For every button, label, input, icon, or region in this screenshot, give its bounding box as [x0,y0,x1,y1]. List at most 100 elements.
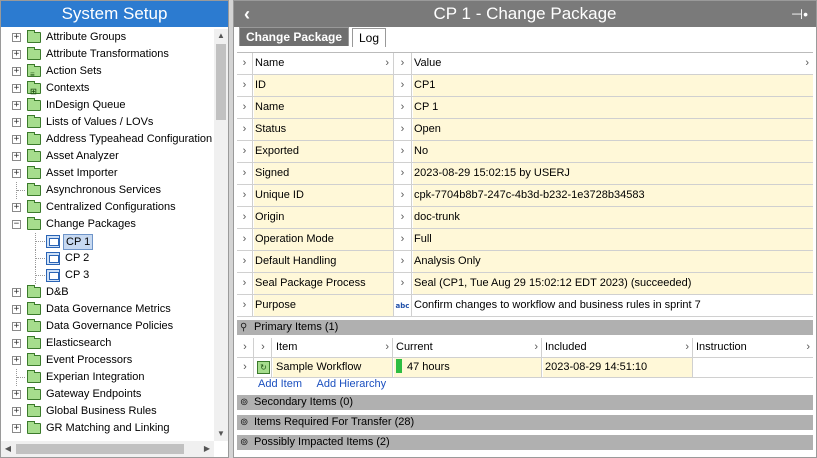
row-expand-icon[interactable]: › [255,338,272,357]
possibly-impacted-items-section-header[interactable]: ⊚ Possibly Impacted Items (2) [237,435,813,450]
tree-item-experian-integration[interactable]: Experian Integration [1,369,214,386]
property-row-default-handling[interactable]: › Default Handling › Analysis Only [237,251,813,273]
expand-icon[interactable]: + [12,33,21,42]
row-expand-icon[interactable]: › [237,295,253,316]
row-expand-icon[interactable]: › [237,229,253,250]
section-expand-icon[interactable]: ⊚ [240,415,248,430]
tree-item-cp-2[interactable]: CP 2 [1,250,214,267]
add-item-link[interactable]: Add Item [258,378,302,390]
row-expand-icon[interactable]: › [394,119,412,140]
item-cell[interactable]: Sample Workflow [273,358,393,377]
column-menu-icon[interactable]: › [385,53,389,74]
expand-icon[interactable]: + [12,305,21,314]
table-row[interactable]: › ↻ Sample Workflow 47 hours 2023-08-29 … [237,358,813,378]
expand-icon[interactable]: + [12,424,21,433]
tree-item-data-governance-metrics[interactable]: + Data Governance Metrics [1,301,214,318]
row-expand-icon[interactable]: › [394,75,412,96]
add-hierarchy-link[interactable]: Add Hierarchy [316,378,386,390]
tab-change-package[interactable]: Change Package [239,27,350,46]
tree-item-cp-1[interactable]: CP 1 [1,233,214,250]
row-expand-icon[interactable]: › [237,75,253,96]
tree-item-centralized-configurations[interactable]: + Centralized Configurations [1,199,214,216]
expand-icon[interactable]: + [12,101,21,110]
tree-item-gateway-endpoints[interactable]: + Gateway Endpoints [1,386,214,403]
tree-item-gr-matching-and-linking[interactable]: + GR Matching and Linking [1,420,214,437]
tree-item-asset-importer[interactable]: + Asset Importer [1,165,214,182]
row-expand-icon[interactable]: › [237,53,253,74]
section-expand-icon[interactable]: ⊚ [240,435,248,450]
expand-icon[interactable]: + [12,339,21,348]
row-expand-icon[interactable]: › [394,273,412,294]
expand-icon[interactable]: + [12,169,21,178]
section-collapse-icon[interactable]: ⚲ [240,320,247,335]
column-menu-icon[interactable]: › [806,338,810,357]
property-row-signed[interactable]: › Signed › 2023-08-29 15:02:15 by USERJ [237,163,813,185]
row-expand-icon[interactable]: › [394,97,412,118]
row-expand-icon[interactable]: › [394,229,412,250]
row-expand-icon[interactable]: › [237,141,253,162]
row-expand-icon[interactable]: › [237,97,253,118]
expand-icon[interactable]: + [12,84,21,93]
column-menu-icon[interactable]: › [385,338,389,357]
pin-icon[interactable]: ⊣• [791,1,808,27]
included-column-header[interactable]: Included › [543,338,693,357]
column-menu-icon[interactable]: › [685,338,689,357]
expand-icon[interactable]: + [12,288,21,297]
back-arrow-icon[interactable]: ‹ [238,1,256,27]
name-column-header[interactable]: Name › [254,53,394,74]
expand-icon[interactable]: + [12,135,21,144]
expand-icon[interactable]: + [12,203,21,212]
tree-horizontal-scrollbar[interactable]: ◀ ▶ [1,441,214,457]
property-row-status[interactable]: › Status › Open [237,119,813,141]
row-expand-icon[interactable]: › [394,251,412,272]
property-value[interactable]: Confirm changes to workflow and business… [413,295,813,316]
expand-icon[interactable]: + [12,322,21,331]
tree-item-asynchronous-services[interactable]: Asynchronous Services [1,182,214,199]
tree-item-attribute-transformations[interactable]: + Attribute Transformations [1,46,214,63]
property-row-origin[interactable]: › Origin › doc-trunk [237,207,813,229]
scroll-up-arrow-icon[interactable]: ▲ [214,29,228,43]
row-expand-icon[interactable]: › [237,338,254,357]
tree-vertical-scroll-thumb[interactable] [216,44,226,120]
tree-item-indesign-queue[interactable]: + InDesign Queue [1,97,214,114]
tree-item-asset-analyzer[interactable]: + Asset Analyzer [1,148,214,165]
row-expand-icon[interactable]: › [237,273,253,294]
scroll-down-arrow-icon[interactable]: ▼ [214,427,228,441]
property-row-name[interactable]: › Name › CP 1 [237,97,813,119]
expand-icon[interactable]: + [12,407,21,416]
section-expand-icon[interactable]: ⊚ [240,395,248,410]
expand-icon[interactable]: + [12,67,21,76]
row-expand-icon[interactable]: › [237,251,253,272]
scroll-left-arrow-icon[interactable]: ◀ [1,441,15,457]
row-expand-icon[interactable]: › [394,163,412,184]
tree-item-event-processors[interactable]: + Event Processors [1,352,214,369]
tab-log[interactable]: Log [352,28,387,47]
row-expand-icon[interactable]: › [237,163,253,184]
property-row-id[interactable]: › ID › CP1 [237,75,813,97]
tree-item-data-governance-policies[interactable]: + Data Governance Policies [1,318,214,335]
instruction-cell[interactable] [694,358,813,377]
tree-item-d-b[interactable]: + D&B [1,284,214,301]
instruction-column-header[interactable]: Instruction › [694,338,813,357]
tree-item-global-business-rules[interactable]: + Global Business Rules [1,403,214,420]
tree-item-address-typeahead-configuration[interactable]: + Address Typeahead Configuration [1,131,214,148]
expand-icon[interactable]: + [12,50,21,59]
property-row-exported[interactable]: › Exported › No [237,141,813,163]
column-menu-icon[interactable]: › [805,53,809,74]
scroll-right-arrow-icon[interactable]: ▶ [200,441,214,457]
property-row-purpose[interactable]: › Purpose abc Confirm changes to workflow a… [237,295,813,317]
row-expand-icon[interactable]: › [237,207,253,228]
secondary-items-section-header[interactable]: ⊚ Secondary Items (0) [237,395,813,410]
items-required-for-transfer-section-header[interactable]: ⊚ Items Required For Transfer (28) [237,415,813,430]
row-expand-icon[interactable]: › [237,185,253,206]
tree-item-cp-3[interactable]: CP 3 [1,267,214,284]
row-expand-icon[interactable]: › [237,119,253,140]
collapse-icon[interactable]: − [12,220,21,229]
property-row-unique-id[interactable]: › Unique ID › cpk-7704b8b7-247c-4b3d-b232-1… [237,185,813,207]
expand-icon[interactable]: + [12,118,21,127]
primary-items-section-header[interactable]: ⚲ Primary Items (1) [237,320,813,335]
column-menu-icon[interactable]: › [534,338,538,357]
tree-item-lists-of-values-lovs[interactable]: + Lists of Values / LOVs [1,114,214,131]
row-expand-icon[interactable]: › [394,185,412,206]
tree-horizontal-scroll-thumb[interactable] [16,444,184,454]
